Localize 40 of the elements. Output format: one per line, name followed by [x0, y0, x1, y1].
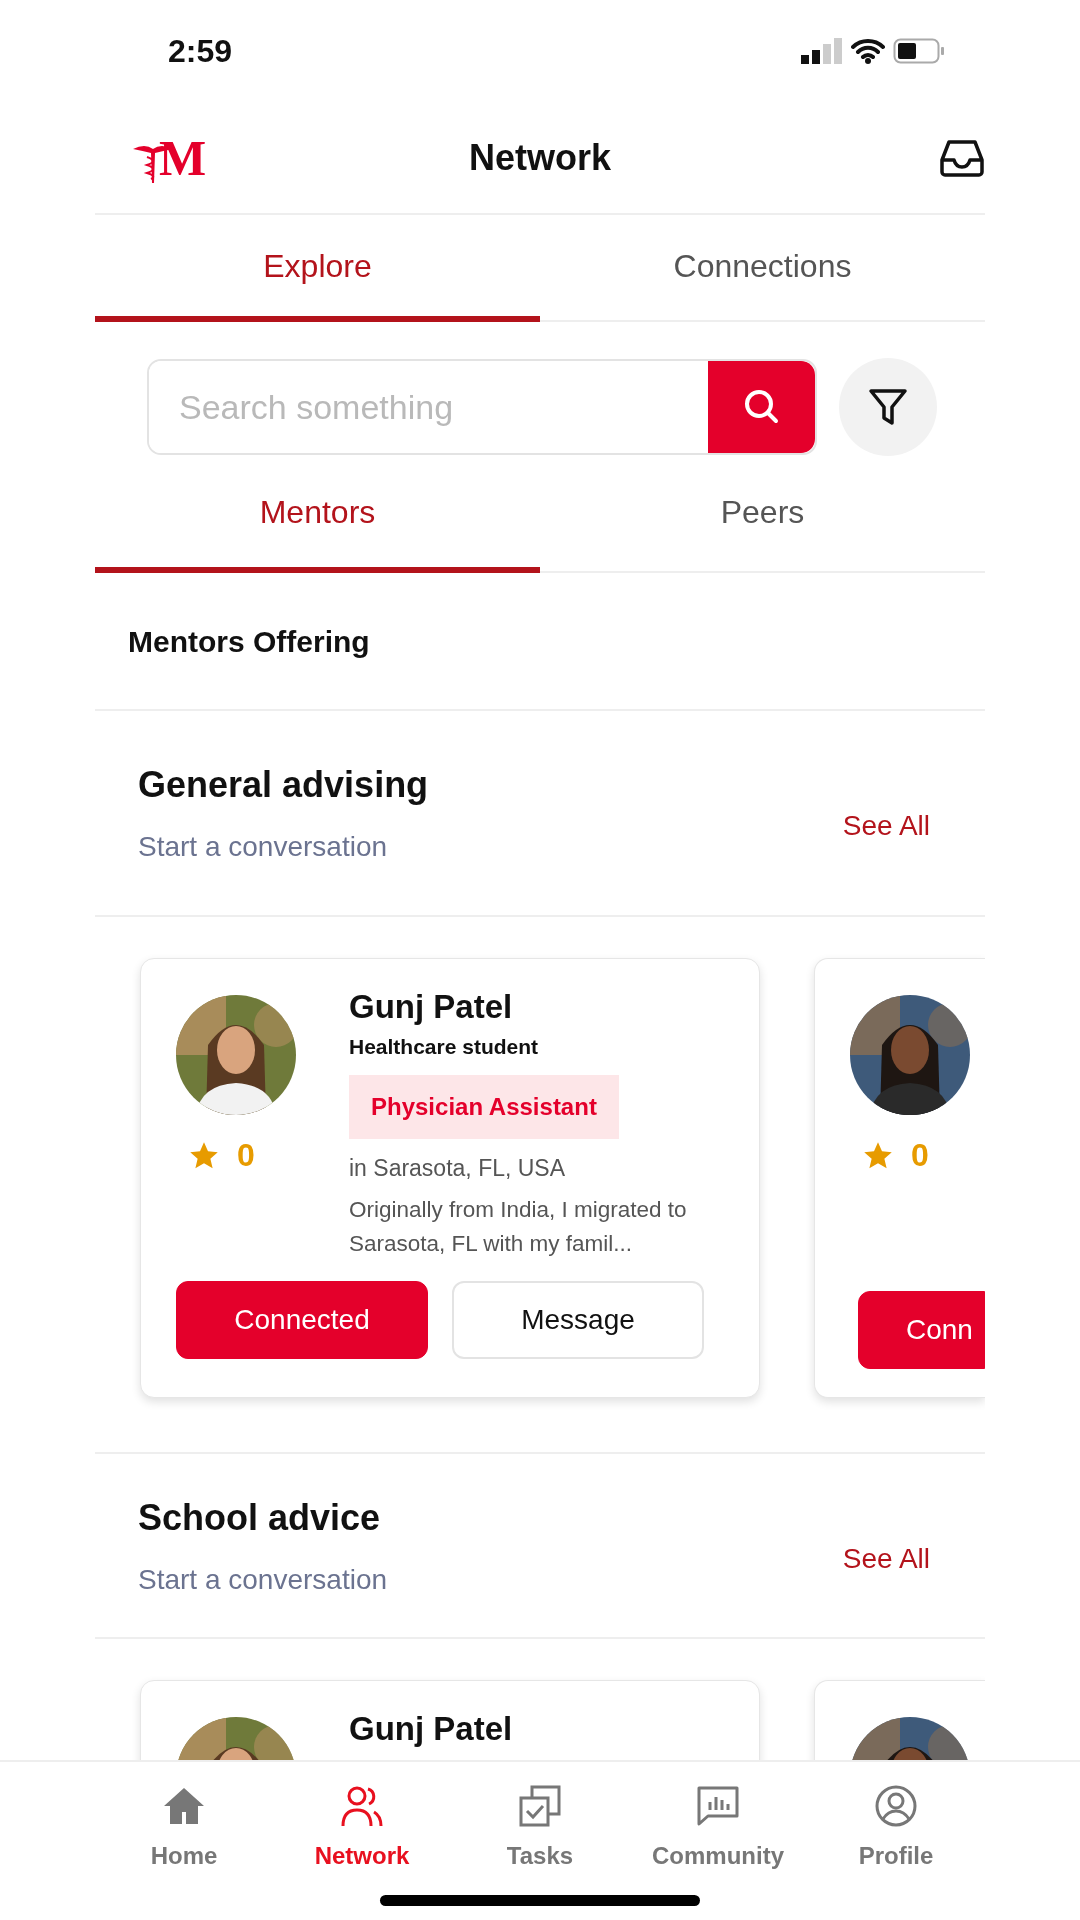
- logo-text: M: [159, 132, 207, 183]
- tab[interactable]: Mentors: [95, 456, 540, 574]
- battery-icon: [893, 38, 945, 64]
- mentor-name: Gunj Patel: [349, 989, 514, 1026]
- section-title: General advising: [138, 763, 429, 808]
- status-time: 2:59: [168, 32, 233, 71]
- section-heading: Mentors Offering: [95, 573, 985, 712]
- tab[interactable]: Peers: [540, 456, 985, 574]
- section-title: School advice: [138, 1495, 382, 1540]
- section-subtitle: Start a conversation: [138, 830, 389, 865]
- wifi-icon: [851, 38, 885, 64]
- rating-count: 0: [911, 1139, 929, 1172]
- nav-tab[interactable]: Community: [629, 1762, 807, 1920]
- search-button[interactable]: [708, 361, 815, 454]
- connect-button[interactable]: Connected: [176, 1280, 428, 1359]
- inbox-icon[interactable]: [939, 137, 985, 178]
- message-button[interactable]: Message: [452, 1280, 704, 1359]
- rating-count: 0: [237, 1139, 255, 1172]
- connect-button[interactable]: Conn: [858, 1291, 985, 1370]
- filter-icon: [868, 387, 908, 428]
- mentor-role: Healthcare student: [349, 1034, 540, 1061]
- mentor-location: in Sarasota, FL, USA: [349, 1153, 567, 1183]
- people-icon: [340, 1784, 384, 1829]
- tab[interactable]: Explore: [95, 215, 540, 323]
- profile-icon: [874, 1784, 918, 1829]
- mentor-bio: Originally from India, I migrated to Sarasota, FL with my famil...: [349, 1196, 688, 1259]
- signal-icon: [801, 38, 843, 64]
- section-subtitle: Start a conversation: [138, 1562, 388, 1597]
- nav-tab[interactable]: Tasks: [451, 1762, 629, 1920]
- nav-tab[interactable]: Home: [95, 1762, 273, 1920]
- tab[interactable]: Connections: [540, 215, 985, 323]
- see-all-link[interactable]: See All: [842, 1537, 930, 1580]
- nav-tab[interactable]: Network: [273, 1762, 451, 1920]
- search-field[interactable]: Search something: [147, 359, 817, 456]
- mentor-name: Gunj Patel: [349, 1711, 514, 1748]
- specialty-tag: Physician Assistant: [349, 1074, 619, 1139]
- tasks-icon: [518, 1784, 562, 1829]
- page-title: Network: [469, 135, 611, 180]
- see-all-link[interactable]: See All: [842, 805, 930, 848]
- nav-tab[interactable]: Profile: [807, 1762, 985, 1920]
